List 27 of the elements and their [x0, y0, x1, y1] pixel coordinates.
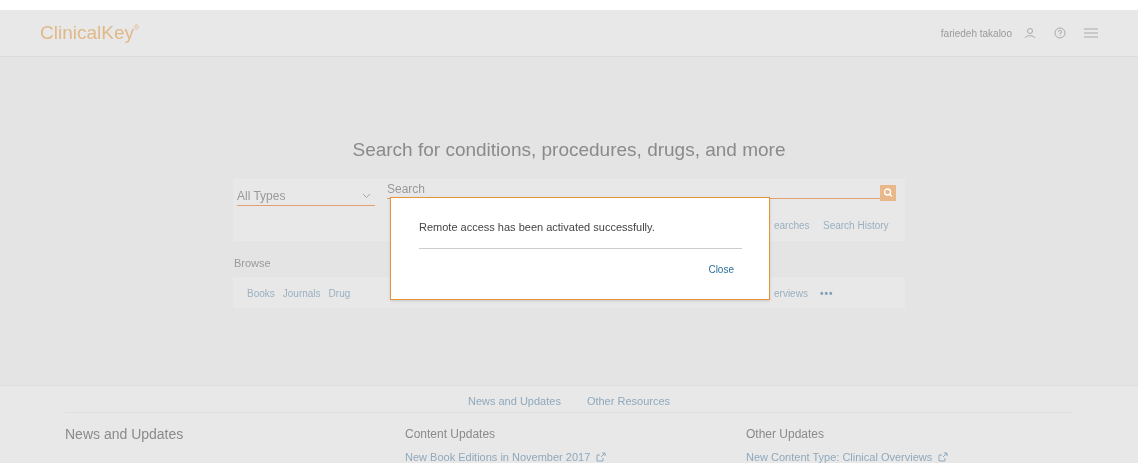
user-icon[interactable] [1024, 27, 1036, 39]
external-link-icon [938, 452, 949, 463]
search-link[interactable]: Search History [823, 217, 889, 233]
type-select[interactable]: All Types [237, 186, 375, 206]
menu-icon[interactable] [1084, 28, 1098, 38]
column-heading: Content Updates [405, 426, 497, 443]
help-icon[interactable] [1054, 27, 1066, 39]
news-link[interactable]: New Book Editions in November 2017 [405, 449, 591, 463]
browse-link[interactable]: Drug [328, 285, 351, 301]
section-title: News and Updates [65, 425, 184, 444]
browse-link[interactable]: Journals [282, 285, 321, 301]
browse-link[interactable]: erviews [774, 285, 808, 301]
dialog-message: Remote access has been activated successfully. [419, 220, 655, 235]
search-heading: Search for conditions, procedures, drugs, and more [352, 138, 786, 162]
footer-tab[interactable]: Other Resources [586, 393, 671, 412]
news-link[interactable]: New Content Type: Clinical Overviews [746, 449, 933, 463]
more-link[interactable]: ••• [819, 285, 834, 301]
close-button[interactable]: Close [708, 262, 734, 277]
search-icon[interactable] [880, 184, 896, 201]
footer-tab[interactable]: News and Updates [467, 393, 561, 412]
user-name[interactable]: fariedeh takaloo [940, 25, 1012, 41]
chevron-icon [362, 192, 371, 199]
external-link-icon [596, 452, 607, 463]
search-link[interactable]: earches [774, 217, 810, 233]
browse-label: Browse [234, 256, 271, 269]
browse-link[interactable]: Books [247, 285, 275, 301]
column-heading: Other Updates [746, 426, 826, 443]
